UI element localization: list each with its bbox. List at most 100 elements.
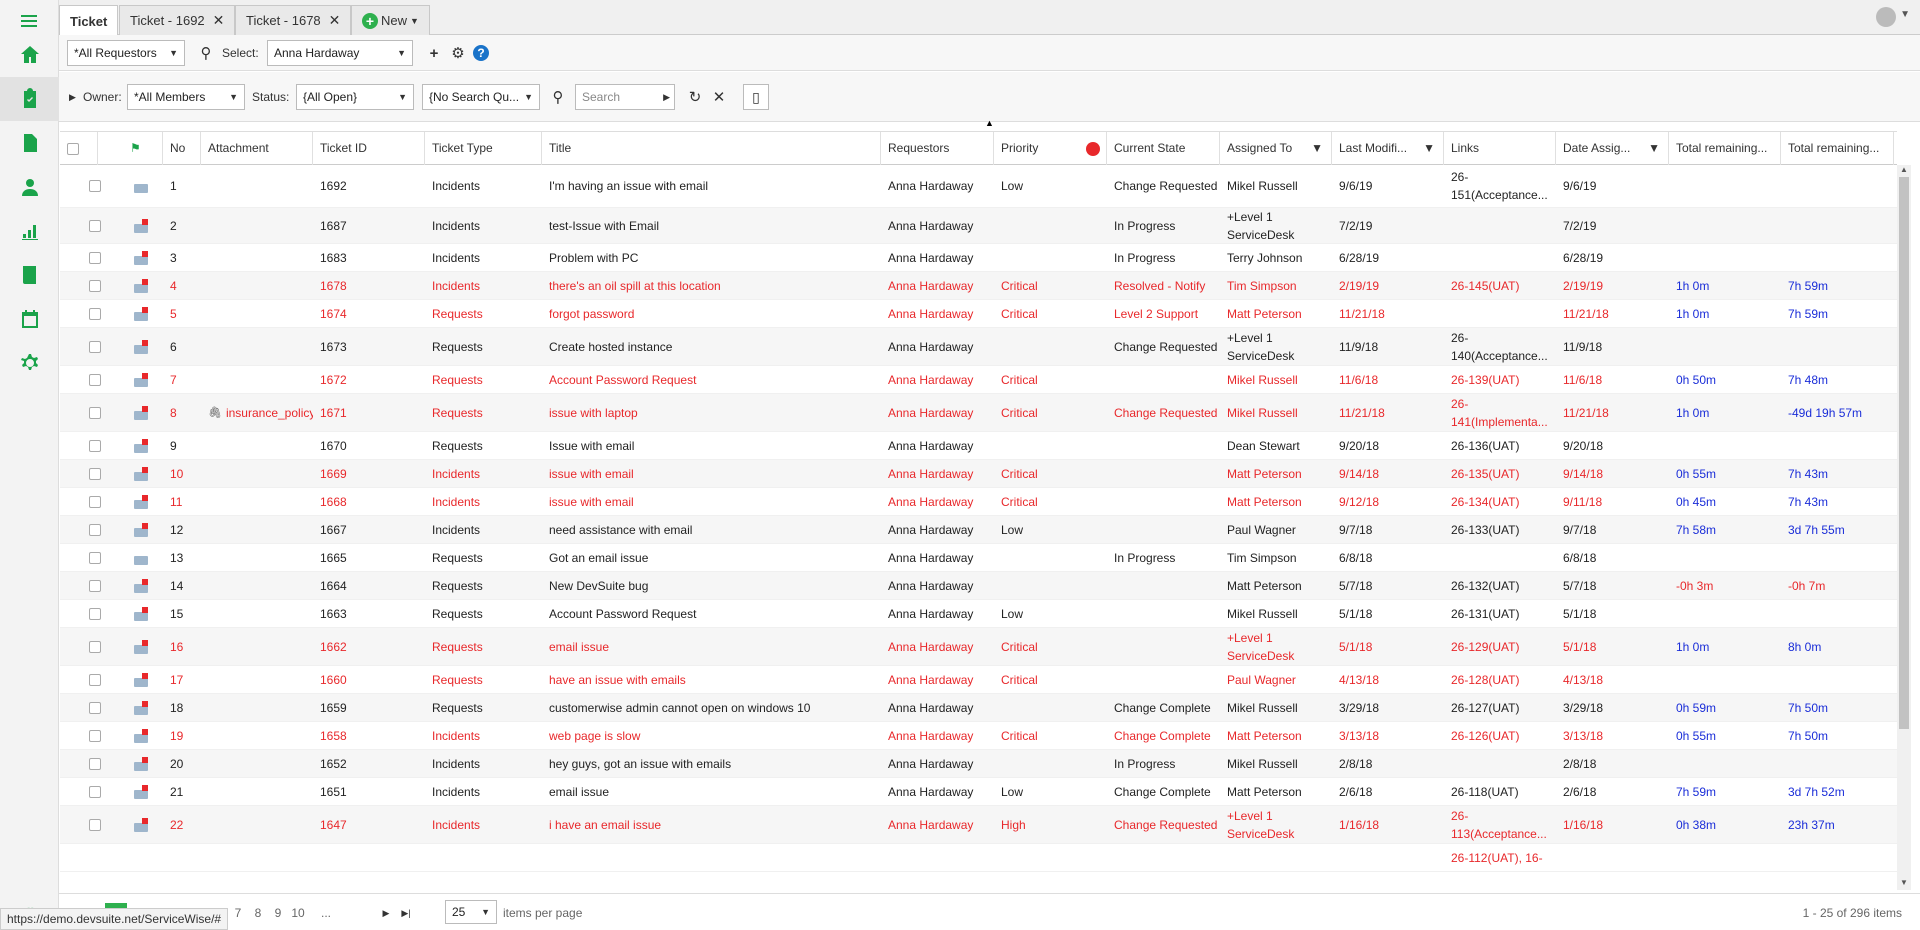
checkbox[interactable] — [89, 580, 101, 592]
row-checkbox-cell[interactable] — [82, 544, 112, 571]
col-ticket-type[interactable]: Ticket Type — [425, 132, 542, 165]
close-icon[interactable]: ✕ — [329, 12, 341, 29]
clear-icon[interactable]: ✕ — [709, 87, 729, 107]
filter-icon[interactable]: ▼ — [1648, 132, 1660, 165]
cell-links[interactable]: 26-139(UAT) — [1444, 366, 1556, 393]
cell-title[interactable]: i have an email issue — [542, 806, 881, 843]
table-row[interactable]: 181659Requestscustomerwise admin cannot … — [60, 694, 1897, 722]
cell-att[interactable] — [201, 328, 313, 365]
next-page-icon[interactable]: ▶ — [379, 903, 393, 923]
col-attachment[interactable]: Attachment — [201, 132, 313, 165]
scrollbar-thumb[interactable] — [1899, 177, 1909, 729]
row-checkbox-cell[interactable] — [82, 722, 112, 749]
row-checkbox-cell[interactable] — [82, 328, 112, 365]
checkbox[interactable] — [89, 374, 101, 386]
cell-title[interactable]: email issue — [542, 628, 881, 665]
col-total-remaining-2[interactable]: Total remaining... — [1781, 132, 1894, 165]
cell-links[interactable] — [1444, 208, 1556, 243]
cell-id[interactable]: 1662 — [313, 628, 425, 665]
table-row[interactable]: 101669Incidentsissue with emailAnna Hard… — [60, 460, 1897, 488]
row-checkbox-cell[interactable] — [82, 460, 112, 487]
row-checkbox-cell[interactable] — [82, 666, 112, 693]
checkbox[interactable] — [89, 730, 101, 742]
search-input[interactable]: Search ▶ — [575, 84, 675, 110]
table-row[interactable]: 161662Requestsemail issueAnna HardawayCr… — [60, 628, 1897, 666]
table-row[interactable]: 121667Incidentsneed assistance with emai… — [60, 516, 1897, 544]
cell-title[interactable]: issue with email — [542, 488, 881, 515]
cell-links[interactable]: 26-113(Acceptance... — [1444, 806, 1556, 843]
checkbox[interactable] — [89, 220, 101, 232]
cell-links[interactable] — [1444, 750, 1556, 777]
table-row[interactable]: 191658Incidentsweb page is slowAnna Hard… — [60, 722, 1897, 750]
table-row[interactable]: 71672RequestsAccount Password RequestAnn… — [60, 366, 1897, 394]
sidebar-item-home[interactable] — [0, 33, 59, 77]
cell-att[interactable] — [201, 516, 313, 543]
close-icon[interactable]: ✕ — [213, 12, 225, 29]
cell-id[interactable]: 1667 — [313, 516, 425, 543]
expand-arrow-icon[interactable]: ▶ — [69, 84, 76, 110]
col-links[interactable]: Links — [1444, 132, 1556, 165]
cell-title[interactable]: there's an oil spill at this location — [542, 272, 881, 299]
sidebar-item-tickets[interactable] — [0, 77, 59, 121]
cell-att[interactable] — [201, 722, 313, 749]
page-11-button[interactable]: ... — [317, 903, 335, 923]
page-size-select[interactable]: 25 ▼ — [445, 900, 497, 924]
cell-att[interactable] — [201, 778, 313, 805]
row-checkbox-cell[interactable] — [82, 272, 112, 299]
checkbox[interactable] — [67, 143, 79, 155]
cell-id[interactable]: 1651 — [313, 778, 425, 805]
requestor-select[interactable]: Anna Hardaway ▼ — [267, 40, 413, 66]
checkbox[interactable] — [89, 407, 101, 419]
cell-att[interactable] — [201, 488, 313, 515]
chevron-down-icon[interactable]: ▼ — [1900, 9, 1910, 20]
page-9-button[interactable]: 9 — [269, 903, 287, 923]
cell-title[interactable]: customerwise admin cannot open on window… — [542, 694, 881, 721]
row-checkbox-cell[interactable] — [82, 628, 112, 665]
cell-id[interactable]: 1674 — [313, 300, 425, 327]
row-checkbox-cell[interactable] — [82, 394, 112, 431]
cell-links[interactable]: 26-118(UAT) — [1444, 778, 1556, 805]
cell-title[interactable]: issue with laptop — [542, 394, 881, 431]
search-query-select[interactable]: {No Search Qu... ▼ — [422, 84, 540, 110]
select-all-checkbox[interactable] — [60, 132, 98, 165]
row-checkbox-cell[interactable] — [82, 488, 112, 515]
cell-title[interactable]: have an issue with emails — [542, 666, 881, 693]
cell-links[interactable]: 26-134(UAT) — [1444, 488, 1556, 515]
page-8-button[interactable]: 8 — [249, 903, 267, 923]
checkbox[interactable] — [89, 674, 101, 686]
checkbox[interactable] — [89, 524, 101, 536]
cell-title[interactable]: need assistance with email — [542, 516, 881, 543]
cell-links[interactable]: 26-128(UAT) — [1444, 666, 1556, 693]
cell-att[interactable] — [201, 572, 313, 599]
checkbox[interactable] — [89, 786, 101, 798]
cell-att[interactable] — [201, 208, 313, 243]
priority-filter-icon[interactable] — [1086, 142, 1100, 156]
checkbox[interactable] — [89, 252, 101, 264]
cell-links[interactable]: 26-131(UAT) — [1444, 600, 1556, 627]
cell-title[interactable]: Issue with email — [542, 432, 881, 459]
sidebar-item-knowledge[interactable] — [0, 253, 59, 297]
col-no[interactable]: No — [163, 132, 201, 165]
cell-links[interactable]: 26-151(Acceptance... — [1444, 165, 1556, 207]
collapse-filters-icon[interactable]: ▲ — [985, 118, 994, 128]
cell-title[interactable] — [542, 844, 881, 871]
row-checkbox-cell[interactable] — [82, 516, 112, 543]
sidebar-item-documents[interactable] — [0, 121, 59, 165]
cell-id[interactable] — [313, 844, 425, 871]
cell-att[interactable] — [201, 244, 313, 271]
col-requestors[interactable]: Requestors — [881, 132, 994, 165]
cell-links[interactable]: 26-133(UAT) — [1444, 516, 1556, 543]
page-7-button[interactable]: 7 — [229, 903, 247, 923]
cell-id[interactable]: 1692 — [313, 165, 425, 207]
cell-att[interactable] — [201, 460, 313, 487]
table-row[interactable]: 26-112(UAT), 16- — [60, 844, 1897, 872]
sidebar-item-reports[interactable] — [0, 209, 59, 253]
cell-links[interactable]: 26-135(UAT) — [1444, 460, 1556, 487]
checkbox[interactable] — [89, 702, 101, 714]
sidebar-item-settings[interactable] — [0, 341, 59, 385]
table-row[interactable]: 111668Incidentsissue with emailAnna Hard… — [60, 488, 1897, 516]
table-row[interactable]: 41678Incidentsthere's an oil spill at th… — [60, 272, 1897, 300]
page-10-button[interactable]: 10 — [289, 903, 307, 923]
cell-id[interactable]: 1683 — [313, 244, 425, 271]
tab-ticket-1678[interactable]: Ticket - 1678 ✕ — [235, 5, 351, 35]
